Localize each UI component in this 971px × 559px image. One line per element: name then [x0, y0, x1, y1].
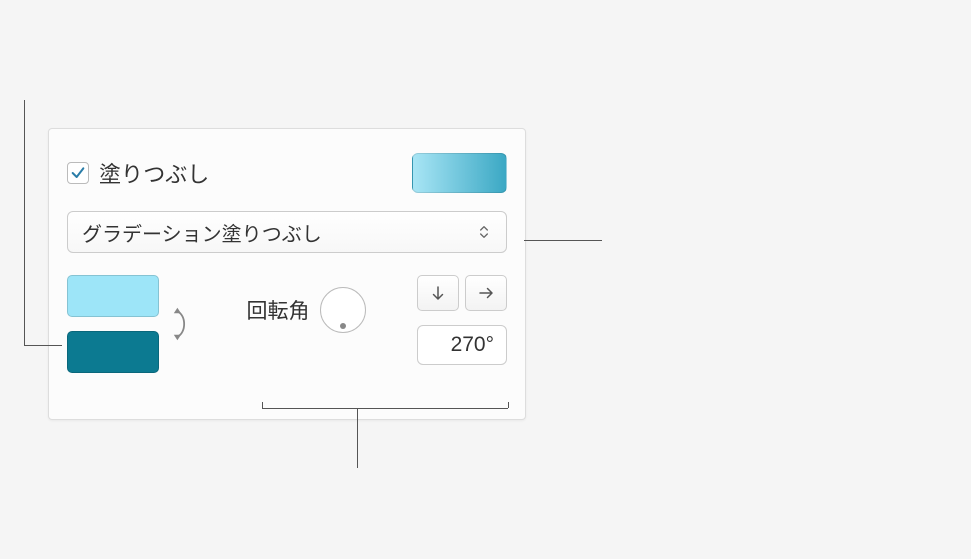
check-icon — [70, 165, 86, 181]
dropdown-value: グラデーション塗りつぶし — [82, 218, 322, 247]
callout-tick-l — [262, 402, 263, 408]
angle-dial[interactable] — [320, 287, 366, 333]
fill-type-dropdown[interactable]: グラデーション塗りつぶし — [67, 211, 507, 253]
fill-checkbox-wrap: 塗りつぶし — [67, 157, 209, 189]
callout-line-right — [524, 240, 602, 241]
callout-line-left — [24, 100, 25, 345]
angle-value-text: 270° — [451, 333, 494, 357]
gradient-color-wells — [67, 275, 195, 373]
callout-line-bottom-h — [262, 408, 508, 409]
gradient-start-color-well[interactable] — [67, 275, 159, 317]
chevron-up-down-icon — [476, 224, 492, 240]
gradient-end-color-well[interactable] — [67, 331, 159, 373]
fill-checkbox-label: 塗りつぶし — [99, 157, 209, 189]
arrow-right-icon — [477, 284, 495, 302]
angle-indicator-dot — [340, 323, 346, 329]
callout-tick-r — [508, 402, 509, 408]
callout-line-left-h — [24, 345, 62, 346]
fill-header-row: 塗りつぶし — [67, 153, 507, 193]
wells-stack — [67, 275, 159, 373]
swap-colors-button[interactable] — [167, 305, 195, 343]
angle-section: 回転角 — [247, 275, 366, 333]
callout-line-bottom-v — [357, 408, 358, 468]
fill-panel: 塗りつぶし グラデーション塗りつぶし 回転角 — [48, 128, 526, 420]
direction-right-button[interactable] — [465, 275, 507, 311]
arrow-down-icon — [429, 284, 447, 302]
gradient-controls-row: 回転角 270° — [67, 275, 507, 373]
angle-right-controls: 270° — [417, 275, 507, 365]
gradient-preview-swatch[interactable] — [412, 153, 507, 193]
angle-value-field[interactable]: 270° — [417, 325, 507, 365]
direction-buttons — [417, 275, 507, 311]
direction-down-button[interactable] — [417, 275, 459, 311]
angle-label: 回転角 — [247, 295, 310, 325]
swap-arrows-icon — [170, 306, 192, 342]
fill-checkbox[interactable] — [67, 162, 89, 184]
